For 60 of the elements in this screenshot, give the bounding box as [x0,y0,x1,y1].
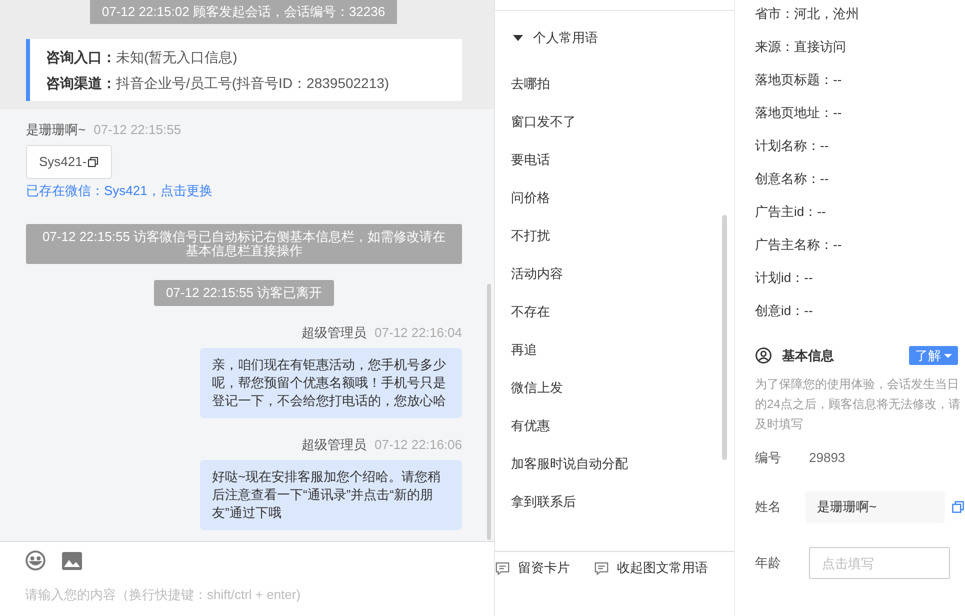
phrase-item[interactable]: 窗口发不了 [511,102,734,140]
info-field: 创意id：-- [755,294,965,327]
phrase-item[interactable]: 去哪拍 [511,64,734,102]
source-value: 抖音企业号/员工号(抖音号ID：2839502213) [116,74,390,92]
toolbar-button[interactable]: 留资卡片 [495,556,570,580]
sender-name: 超级管理员 [302,436,367,454]
message-time: 07-12 22:15:55 [94,121,182,139]
wechat-id: Sys421- [39,153,87,172]
phrase-group-toggle[interactable]: 个人常用语 [495,11,734,48]
source-value: 未知(暂无入口信息) [116,48,238,66]
copy-icon[interactable] [86,156,99,168]
message-icon [495,560,510,576]
info-field: 落地页标题：-- [755,63,965,96]
phrase-item[interactable]: 有优惠 [511,406,734,444]
phrase-item[interactable]: 要电话 [511,140,734,178]
phrase-item[interactable]: 加客服时说自动分配 [511,444,734,482]
toolbar-button[interactable]: 收起图文常用语 [594,556,708,580]
phrase-item[interactable]: 不打扰 [511,216,734,254]
sender-name: 超级管理员 [302,324,367,342]
info-field: 广告主id：-- [755,195,965,228]
message-icon [594,560,609,576]
info-field: 计划名称：-- [755,129,965,162]
input-field[interactable]: 点击填写 [809,547,950,579]
caret-icon [944,354,952,358]
field-value: 29893 [809,448,846,466]
field-label: 姓名 [755,498,782,516]
source-label: 咨询渠道： [46,74,116,92]
user-icon [755,347,772,364]
notice-text: 为了保障您的使用体验，会话发生当日的24点之后，顾客信息将无法修改，请及时填写 [755,376,962,432]
info-field: 省市：河北，沧州 [755,0,965,30]
scrollbar[interactable] [487,284,491,540]
field-label: 年龄 [755,554,782,572]
scrollbar[interactable] [722,215,727,460]
info-field: 广告主名称：-- [755,228,965,261]
sender-name: 是珊珊啊~ [26,121,86,139]
caret-icon [513,34,523,41]
phrase-item[interactable]: 活动内容 [511,254,734,292]
source-label: 咨询入口： [46,48,116,66]
message-time: 07-12 22:16:04 [374,324,462,342]
info-field: 计划id：-- [755,261,965,294]
phrase-item[interactable]: 拿到联系后 [511,482,734,520]
phrase-item[interactable]: 问价格 [511,178,734,216]
info-field: 落地页地址：-- [755,96,965,129]
system-notice: 07-12 22:15:02 顾客发起会话，会话编号：32236 [90,0,398,24]
phrase-item[interactable]: 再追 [511,330,734,368]
image-icon[interactable] [62,550,82,570]
section-title: 基本信息 [782,347,834,365]
info-field: 来源：直接访问 [755,30,965,63]
phrase-item[interactable]: 不存在 [511,292,734,330]
smiley-icon[interactable] [25,550,46,571]
info-field: 创意名称：-- [755,162,965,195]
field-label: 编号 [755,448,782,466]
phrase-item[interactable]: 微信上发 [511,368,734,406]
name-field: 是珊珊啊~ [805,491,945,523]
message-input[interactable]: 请输入您的内容（换行快捷键：shift/ctrl + enter) [25,585,469,604]
message-bubble: 好哒~现在安排客服加您个绍哈。请您稍后注意查看一下“通讯录”并点击“新的朋友”通过下哦 [200,460,462,530]
message-bubble: 亲，咱们现在有钜惠活动，您手机号多少呢，帮您预留个优惠名额哦！手机号只是登记一下，不会给您打电话的，您放心哈 [200,348,462,418]
system-notice: 07-12 22:15:55 访客微信号已自动标记右侧基本信息栏，如需修改请在基本信息栏直接操作 [26,224,462,264]
message-time: 07-12 22:16:06 [374,436,462,454]
system-notice: 07-12 22:15:55 访客已离开 [154,280,334,306]
